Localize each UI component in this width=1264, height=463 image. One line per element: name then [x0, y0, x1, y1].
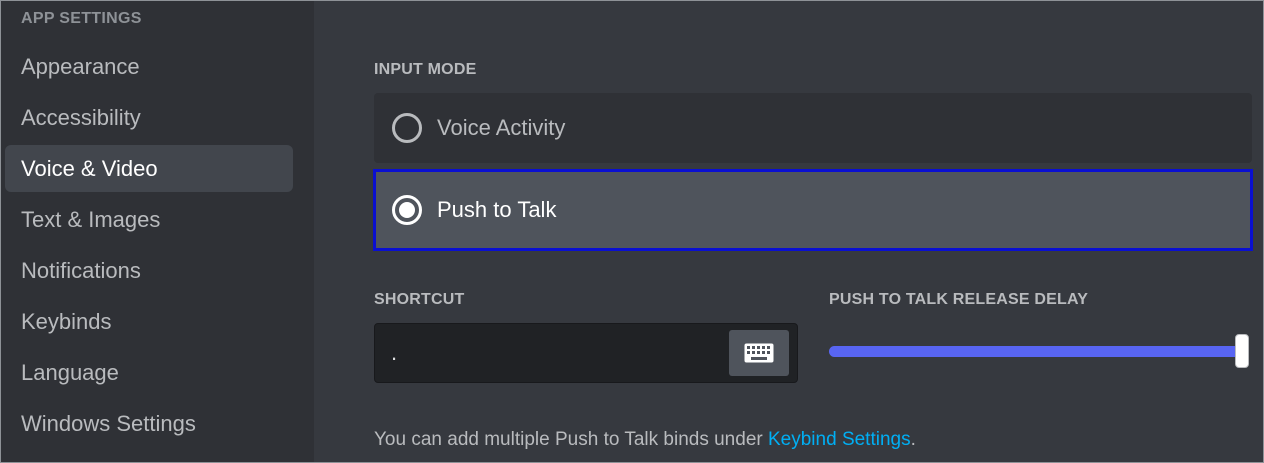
- sidebar-item-label: Voice & Video: [21, 155, 158, 181]
- sidebar-item-appearance[interactable]: Appearance: [5, 43, 293, 90]
- help-text: You can add multiple Push to Talk binds …: [374, 429, 916, 451]
- sidebar-item-label: Keybinds: [21, 308, 112, 334]
- help-text-suffix: .: [910, 429, 916, 450]
- voice-activity-option[interactable]: Voice Activity: [374, 93, 1252, 163]
- voice-settings-panel: INPUT MODE Voice Activity Push to Talk S…: [314, 1, 1263, 462]
- push-to-talk-option[interactable]: Push to Talk: [373, 169, 1253, 251]
- radio-selected-icon: [392, 195, 422, 225]
- shortcut-value: .: [391, 340, 398, 365]
- release-delay-label: PUSH TO TALK RELEASE DELAY: [829, 291, 1089, 308]
- sidebar-item-label: Language: [21, 359, 119, 385]
- sidebar-item-label: Appearance: [21, 53, 140, 79]
- keyboard-icon: [744, 343, 774, 363]
- slider-thumb[interactable]: [1235, 334, 1249, 368]
- shortcut-label: SHORTCUT: [374, 291, 465, 308]
- radio-label: Push to Talk: [437, 197, 557, 222]
- sidebar: APP SETTINGS Appearance Accessibility Vo…: [1, 1, 314, 462]
- input-mode-label: INPUT MODE: [374, 61, 477, 78]
- sidebar-item-label: Text & Images: [21, 206, 161, 232]
- radio-dot: [399, 202, 415, 218]
- sidebar-item-text-images[interactable]: Text & Images: [5, 196, 293, 243]
- help-text-body: You can add multiple Push to Talk binds …: [374, 429, 768, 450]
- record-keybind-button[interactable]: [729, 330, 789, 376]
- shortcut-input[interactable]: .: [374, 323, 798, 383]
- release-delay-slider[interactable]: [829, 334, 1249, 368]
- sidebar-item-windows-settings[interactable]: Windows Settings: [5, 400, 293, 447]
- sidebar-item-accessibility[interactable]: Accessibility: [5, 94, 293, 141]
- keybind-settings-link[interactable]: Keybind Settings: [768, 429, 911, 450]
- sidebar-item-language[interactable]: Language: [5, 349, 293, 396]
- sidebar-item-notifications[interactable]: Notifications: [5, 247, 293, 294]
- radio-label: Voice Activity: [437, 115, 566, 140]
- sidebar-section-header: APP SETTINGS: [21, 10, 142, 27]
- sidebar-item-label: Accessibility: [21, 104, 141, 130]
- slider-fill: [829, 346, 1249, 357]
- sidebar-item-voice-video[interactable]: Voice & Video: [5, 145, 293, 192]
- sidebar-item-keybinds[interactable]: Keybinds: [5, 298, 293, 345]
- radio-unselected-icon: [392, 113, 422, 143]
- settings-window: APP SETTINGS Appearance Accessibility Vo…: [0, 0, 1264, 463]
- sidebar-item-label: Windows Settings: [21, 410, 196, 436]
- sidebar-item-label: Notifications: [21, 257, 141, 283]
